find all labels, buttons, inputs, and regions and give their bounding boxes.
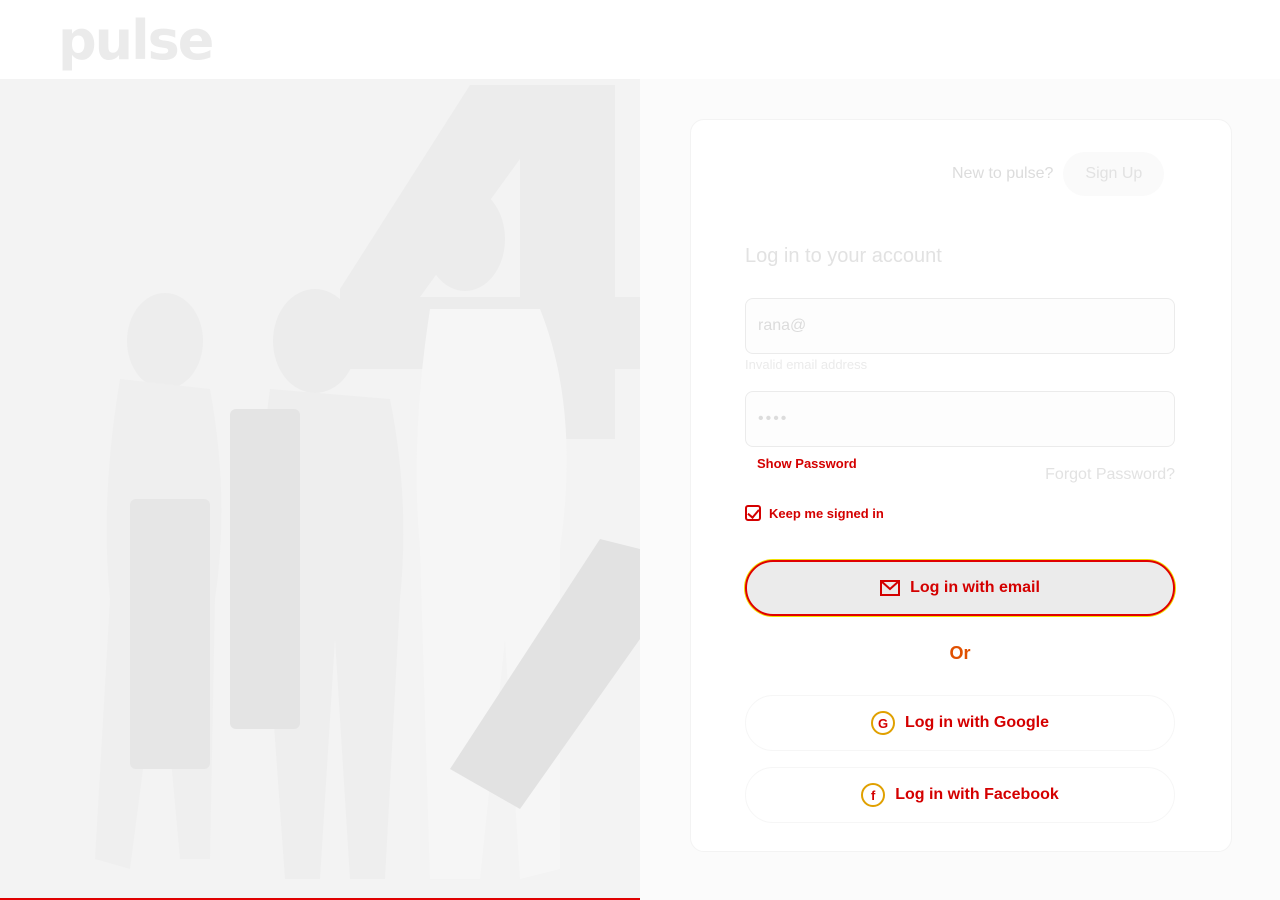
hero-photo-illustration xyxy=(0,79,640,900)
login-google-button[interactable]: G Log in with Google xyxy=(745,695,1175,751)
email-error-message: Invalid email address xyxy=(745,357,868,372)
password-field[interactable] xyxy=(745,391,1175,447)
show-password-toggle[interactable]: Show Password xyxy=(757,456,857,471)
login-heading: Log in to your account xyxy=(745,245,942,267)
sign-up-button[interactable]: Sign Up xyxy=(1063,152,1165,196)
login-facebook-button[interactable]: f Log in with Facebook xyxy=(745,767,1175,823)
facebook-icon: f xyxy=(861,783,886,807)
pulse-logo[interactable]: pulse xyxy=(58,8,214,74)
forgot-password-link[interactable]: Forgot Password? xyxy=(1045,466,1175,484)
signup-row: New to pulse? Sign Up xyxy=(952,152,1165,196)
keep-signed-in[interactable]: Keep me signed in xyxy=(745,505,884,521)
login-email-button[interactable]: Log in with email xyxy=(745,560,1175,616)
login-facebook-label: Log in with Facebook xyxy=(895,786,1059,803)
google-icon: G xyxy=(871,711,895,735)
hero-image xyxy=(0,79,640,900)
login-google-label: Log in with Google xyxy=(905,714,1049,731)
email-field[interactable] xyxy=(745,298,1175,354)
envelope-icon xyxy=(880,580,901,596)
keep-signed-in-label: Keep me signed in xyxy=(769,505,884,521)
or-divider: Or xyxy=(949,643,971,663)
top-bar: pulse xyxy=(0,0,1280,79)
signup-prompt: New to pulse? xyxy=(952,165,1054,182)
login-email-label: Log in with email xyxy=(910,579,1040,596)
checkmark-icon[interactable] xyxy=(745,505,761,521)
